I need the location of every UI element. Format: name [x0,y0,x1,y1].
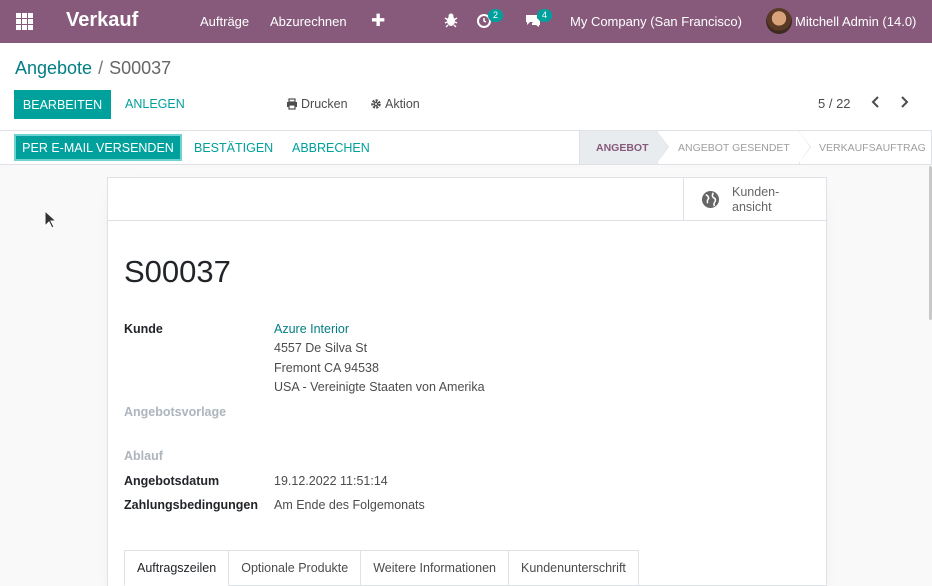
stage-pipeline: Angebot Angebot gesendet Verkaufsauftrag [579,131,932,164]
app-name[interactable]: Verkauf [66,9,138,32]
tab-other-info[interactable]: Weitere Informationen [361,550,509,586]
customer-address-line2: Fremont CA 94538 [274,361,379,375]
customer-address-line3: USA - Vereinigte Staaten von Amerika [274,380,485,394]
chat-icon[interactable]: 4 [525,9,553,30]
activity-badge: 2 [488,9,504,22]
top-navbar: Verkauf Aufträge Abzurechnen ✚ 2 4 My Co… [0,0,932,43]
globe-icon [701,190,720,209]
mouse-cursor-icon [44,210,58,229]
stage-label: Angebot [596,141,649,154]
company-switcher[interactable]: My Company (San Francisco) [570,14,742,29]
user-menu[interactable]: Mitchell Admin (14.0) [766,8,916,34]
create-button[interactable]: Anlegen [125,97,185,111]
customer-address-line1: 4557 De Silva St [274,341,368,355]
menu-orders[interactable]: Aufträge [200,14,249,29]
control-panel: Angebote / S00037 Bearbeiten Anlegen Druck… [0,43,932,131]
avatar [766,8,792,34]
user-name: Mitchell Admin (14.0) [795,13,917,29]
customer-label: Kunde [124,322,163,336]
stage-label: Angebot gesendet [678,141,790,154]
stage-label: Verkaufsauftrag [819,141,926,154]
tab-order-lines[interactable]: Auftragszeilen [124,550,230,586]
plus-icon[interactable]: ✚ [371,11,385,31]
send-email-button[interactable]: Per E-Mail versenden [14,134,182,161]
quotation-date-label: Angebotsdatum [124,474,220,488]
activity-clock-icon[interactable]: 2 [476,9,504,30]
cancel-button[interactable]: Abbrechen [292,141,370,155]
bug-icon[interactable] [444,12,460,30]
tab-customer-signature[interactable]: Kundenunterschrift [508,550,639,586]
message-badge: 4 [537,9,553,22]
menu-to-invoice[interactable]: Abzurechnen [270,14,347,29]
gear-icon [371,99,381,109]
edit-button[interactable]: Bearbeiten [14,90,111,119]
print-button[interactable]: Drucken [286,97,348,111]
notebook-tabs: Auftragszeilen Optionale Produkte Weiter… [124,550,639,586]
breadcrumb-current: S00037 [109,58,172,78]
tab-optional-products[interactable]: Optionale Produkte [229,550,362,586]
chevron-left-icon[interactable] [871,95,885,111]
breadcrumb: Angebote / S00037 [15,58,171,79]
customer-preview-label: Kunden- ansicht [732,184,780,214]
breadcrumb-parent[interactable]: Angebote [15,58,92,78]
payment-terms-label: Zahlungsbedingungen [124,498,259,512]
quotation-date-value: 19.12.2022 11:51:14 [274,474,388,488]
action-button[interactable]: Aktion [370,97,420,111]
smart-button-box: Kunden- ansicht [108,178,826,221]
print-label: Drucken [301,97,348,111]
payment-terms-value: Am Ende des Folgemonats [274,498,425,512]
chevron-right-icon[interactable] [899,95,913,111]
action-label: Aktion [385,97,420,111]
customer-link[interactable]: Azure Interior [274,322,349,336]
expiry-label: Ablauf [124,449,163,463]
pager-value[interactable]: 5 / 22 [818,96,851,111]
status-bar: Per E-Mail versenden Bestätigen Abbreche… [0,131,932,165]
breadcrumb-separator: / [98,58,104,78]
stage-quotation-sent[interactable]: Angebot gesendet [657,131,811,164]
print-icon [287,98,297,110]
confirm-button[interactable]: Bestätigen [194,141,273,155]
stage-quotation[interactable]: Angebot [579,131,669,164]
form-sheet: Kunden- ansicht S00037 Kunde Azure Inter… [107,177,827,586]
template-label: Angebotsvorlage [124,405,227,419]
stage-sales-order[interactable]: Verkaufsauftrag [799,131,932,164]
customer-preview-button[interactable]: Kunden- ansicht [683,178,826,221]
record-title: S00037 [124,254,231,289]
apps-menu-icon[interactable] [16,13,33,30]
